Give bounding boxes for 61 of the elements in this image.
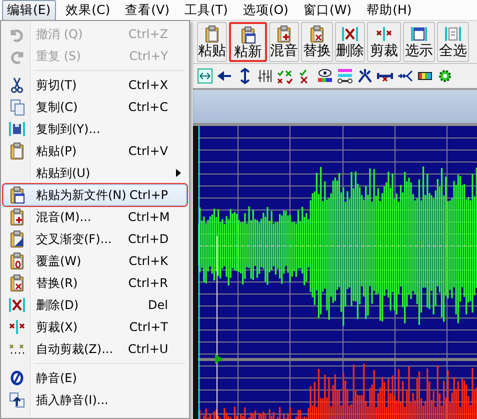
color-bar-icon[interactable] xyxy=(337,68,353,84)
delete-icon xyxy=(8,296,26,314)
toolbar-button[interactable]: 全选 xyxy=(437,22,469,62)
menu-item[interactable]: 覆盖(W) Ctrl+K xyxy=(3,250,187,272)
menu-item[interactable]: 剪切(T) Ctrl+X xyxy=(3,74,187,96)
save-icon xyxy=(8,120,26,138)
menu-title[interactable]: 工具(T) xyxy=(179,0,233,20)
paste-cross-icon xyxy=(8,274,26,292)
color-eye-icon[interactable] xyxy=(317,68,333,84)
menu-title[interactable]: 编辑(E) xyxy=(2,0,56,20)
toolbar-button[interactable]: 替换 xyxy=(301,22,333,62)
paste-plus-icon xyxy=(275,25,293,43)
merge-icon[interactable] xyxy=(397,68,413,84)
menu-item[interactable]: 复制到(Y)... xyxy=(3,118,187,140)
delete-icon xyxy=(341,25,359,43)
menu-item[interactable]: 交叉渐变(F)... Ctrl+D xyxy=(3,228,187,250)
menu-item[interactable]: 替换(R) Ctrl+R xyxy=(3,272,187,294)
toolbar-button[interactable]: 选示 xyxy=(403,22,435,62)
toolbar-button[interactable]: 剪裁 xyxy=(367,22,401,62)
toolbar-button[interactable]: 混音 xyxy=(269,22,299,62)
submenu-arrow-icon xyxy=(176,169,181,177)
paste-plus-icon xyxy=(8,208,26,226)
paste-fade-icon xyxy=(8,230,26,248)
expand-icon[interactable] xyxy=(197,68,213,84)
menu-item[interactable]: 静音(E) xyxy=(3,367,187,389)
menu-item[interactable]: 剪裁(X) Ctrl+T xyxy=(3,316,187,338)
arrow-left-icon[interactable] xyxy=(217,68,233,84)
menu-item[interactable]: 删除(D) Del xyxy=(3,294,187,316)
paste-cross-icon xyxy=(308,25,326,43)
menu-item[interactable]: 粘贴为新文件(N) Ctrl+P xyxy=(3,184,187,206)
gear-icon[interactable] xyxy=(437,68,453,84)
levels-icon[interactable] xyxy=(257,68,273,84)
menu-title[interactable]: 选项(O) xyxy=(238,0,294,20)
menu-title[interactable]: 窗口(W) xyxy=(298,0,357,20)
menu-title[interactable]: 帮助(H) xyxy=(362,0,417,20)
paste-window-icon xyxy=(8,186,26,204)
spark-icon[interactable] xyxy=(357,68,373,84)
copy-icon xyxy=(8,98,26,116)
check-cross-icon[interactable] xyxy=(277,68,293,84)
paste-zero-icon xyxy=(8,252,26,270)
menu-title[interactable]: 查看(V) xyxy=(120,0,174,20)
scissors-icon xyxy=(8,76,26,94)
clipboard-icon xyxy=(203,25,221,43)
insert-icon xyxy=(8,391,26,409)
select-window-icon xyxy=(410,25,428,43)
toolbar-button[interactable]: 删除 xyxy=(335,22,365,62)
toolbar-button[interactable]: 粘贴 xyxy=(197,22,227,62)
document-icon xyxy=(444,25,462,43)
trim-icon xyxy=(8,318,26,336)
menu-item[interactable]: 粘贴(P) Ctrl+V xyxy=(3,140,187,162)
toolbar-button[interactable]: 粘新 xyxy=(229,22,267,62)
mute-icon xyxy=(8,369,26,387)
paste-window-icon xyxy=(239,26,257,44)
menu-item[interactable]: 粘贴到(U) xyxy=(3,162,187,184)
trim-icon xyxy=(375,25,393,43)
menu-item[interactable]: 混音(M)... Ctrl+M xyxy=(3,206,187,228)
menu-item[interactable]: 自动剪裁(Z)... Ctrl+U xyxy=(3,338,187,360)
clipboard-icon xyxy=(8,142,26,160)
menu-item[interactable]: 复制(C) Ctrl+C xyxy=(3,96,187,118)
menu-item[interactable]: 插入静音(I)... xyxy=(3,389,187,411)
menu-title[interactable]: 效果(C) xyxy=(60,0,116,20)
